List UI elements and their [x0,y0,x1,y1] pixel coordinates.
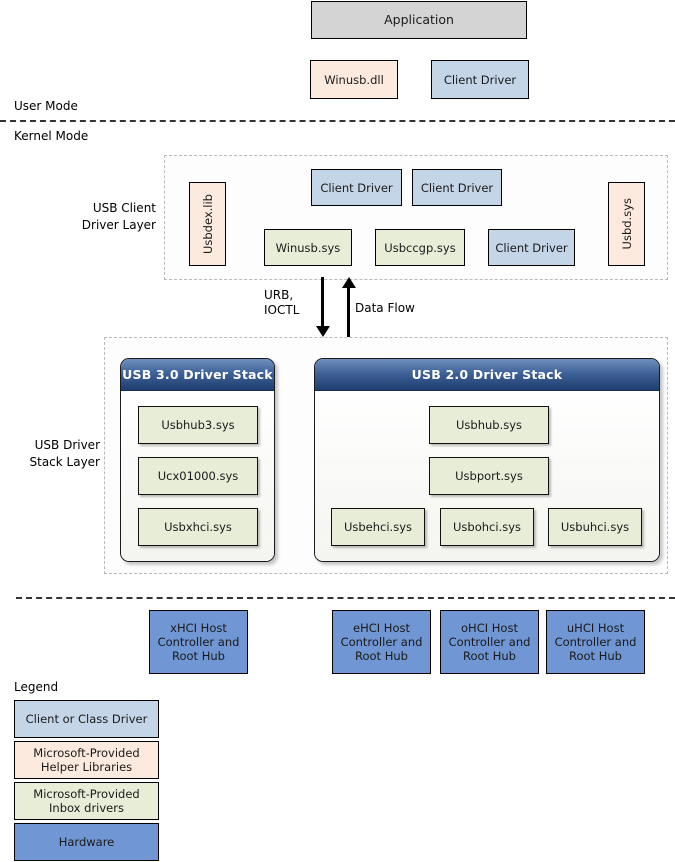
usb3-driver-stack-body: Usbhub3.sys Ucx01000.sys Usbxhci.sys [121,391,274,561]
legend-item-helper-libraries-label: Microsoft-Provided Helper Libraries [33,746,140,774]
client-driver-label-2: Client Driver [420,180,494,195]
usb-client-driver-layer-label-line2: Driver Layer [81,218,156,232]
urb-ioctl-label: URB, IOCTL [264,288,318,318]
usb2-item-usbuhci-label: Usbuhci.sys [560,520,630,534]
urb-ioctl-label-line1: URB, [264,288,294,302]
usb-client-driver-layer-label-line1: USB Client [92,201,156,215]
usb3-item-ucx01000: Ucx01000.sys [138,457,258,495]
client-driver-box-1: Client Driver [311,169,402,206]
winusb-dll-label: Winusb.dll [324,72,384,87]
usb3-item-ucx01000-label: Ucx01000.sys [157,469,239,483]
urb-ioctl-arrow-shaft [321,277,324,326]
usb-driver-stack-layer-label: USB Driver Stack Layer [0,437,101,471]
usb3-driver-stack-panel: USB 3.0 Driver Stack Usbhub3.sys Ucx0100… [120,358,275,562]
usb2-item-usbhub: Usbhub.sys [429,406,549,444]
client-driver-box-2: Client Driver [412,169,502,206]
urb-ioctl-arrow-head [316,326,330,337]
usb2-item-usbohci-label: Usbohci.sys [453,520,521,534]
usb2-driver-stack-panel: USB 2.0 Driver Stack Usbhub.sys Usbport.… [314,358,660,562]
user-kernel-divider [0,120,675,122]
software-hardware-divider [16,597,675,599]
usb2-driver-stack-title: USB 2.0 Driver Stack [315,359,659,391]
legend-item-client-or-class-driver: Client or Class Driver [14,700,159,738]
data-flow-arrow-head [342,277,356,288]
client-driver-label-3: Client Driver [495,240,568,255]
usbd-sys-label: Usbd.sys [619,198,634,250]
ehci-host-controller-label: eHCI Host Controller and Root Hub [340,621,423,663]
usb2-item-usbehci: Usbehci.sys [331,508,425,546]
legend-title: Legend [14,680,59,694]
application-label: Application [384,12,454,27]
legend-item-inbox-drivers: Microsoft-Provided Inbox drivers [14,782,159,820]
usbdex-lib-label: Usbdex.lib [200,193,215,255]
legend-item-helper-libraries: Microsoft-Provided Helper Libraries [14,741,159,779]
xhci-host-controller-label: xHCI Host Controller and Root Hub [157,621,240,663]
client-driver-box-3: Client Driver [488,229,575,266]
usb2-item-usbohci: Usbohci.sys [440,508,534,546]
usbccgp-sys-label: Usbccgp.sys [384,240,456,255]
user-mode-label: User Mode [14,99,78,113]
user-mode-client-driver-box: Client Driver [431,60,529,99]
ehci-host-controller-box: eHCI Host Controller and Root Hub [332,610,431,674]
legend-item-client-or-class-driver-label: Client or Class Driver [25,712,148,726]
usbd-sys-box: Usbd.sys [608,182,645,266]
usb2-driver-stack-body: Usbhub.sys Usbport.sys Usbehci.sys Usboh… [315,391,659,561]
legend-item-hardware: Hardware [14,823,159,861]
uhci-host-controller-box: uHCI Host Controller and Root Hub [546,610,645,674]
usbccgp-sys-box: Usbccgp.sys [375,229,465,266]
winusb-sys-label: Winusb.sys [275,240,341,255]
usb3-driver-stack-title: USB 3.0 Driver Stack [121,359,274,391]
user-mode-client-driver-label: Client Driver [443,72,517,87]
usb3-item-usbxhci: Usbxhci.sys [138,508,258,546]
data-flow-arrow-shaft [347,288,350,337]
data-flow-label: Data Flow [355,301,415,315]
usb2-item-usbport-label: Usbport.sys [455,469,523,483]
urb-ioctl-label-line2: IOCTL [264,303,300,317]
uhci-host-controller-label: uHCI Host Controller and Root Hub [554,621,637,663]
ohci-host-controller-label: oHCI Host Controller and Root Hub [448,621,531,663]
client-driver-label-1: Client Driver [320,180,393,195]
usb3-item-usbhub3: Usbhub3.sys [138,406,258,444]
usb3-item-usbhub3-label: Usbhub3.sys [161,418,235,432]
ohci-host-controller-box: oHCI Host Controller and Root Hub [440,610,539,674]
usb-driver-stack-layer-label-line1: USB Driver [34,438,100,452]
xhci-host-controller-box: xHCI Host Controller and Root Hub [149,610,248,674]
winusb-sys-box: Winusb.sys [264,229,352,266]
usb-driver-stack-layer-label-line2: Stack Layer [29,455,101,469]
usb2-item-usbuhci: Usbuhci.sys [548,508,642,546]
usb2-item-usbhub-label: Usbhub.sys [455,418,523,432]
legend-item-hardware-label: Hardware [58,835,115,849]
usb2-item-usbehci-label: Usbehci.sys [343,520,413,534]
usbdex-lib-box: Usbdex.lib [189,182,226,266]
winusb-dll-box: Winusb.dll [310,60,398,99]
kernel-mode-label: Kernel Mode [14,129,89,143]
application-box: Application [311,1,527,39]
usb2-item-usbport: Usbport.sys [429,457,549,495]
legend-item-inbox-drivers-label: Microsoft-Provided Inbox drivers [33,787,140,815]
usb3-item-usbxhci-label: Usbxhci.sys [164,520,232,534]
usb-client-driver-layer-label: USB Client Driver Layer [10,200,156,234]
